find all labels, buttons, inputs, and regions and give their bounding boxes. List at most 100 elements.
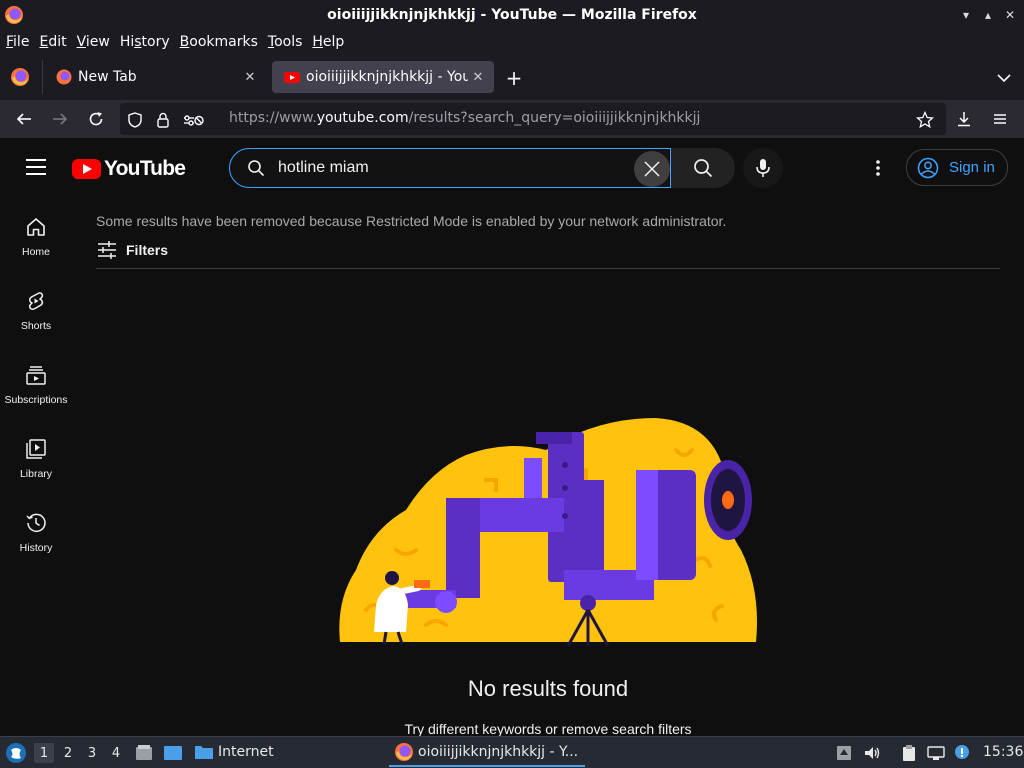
reload-button[interactable] xyxy=(85,108,107,130)
menu-view[interactable]: View xyxy=(75,34,116,50)
results-divider xyxy=(96,268,1000,269)
tab-youtube[interactable]: oioiiijjikknjnjkhkkjj - YouTube ✕ xyxy=(272,61,494,93)
tab-strip: New Tab ✕ oioiiijjikknjnjkhkkjj - YouTub… xyxy=(0,54,1024,100)
app-menu-button[interactable] xyxy=(989,108,1011,130)
microphone-icon xyxy=(756,159,770,177)
menu-tools[interactable]: Tools xyxy=(266,34,309,50)
youtube-wordmark: YouTube xyxy=(104,157,186,180)
voice-search-button[interactable] xyxy=(743,148,783,188)
search-button[interactable] xyxy=(671,148,735,188)
file-manager-icon[interactable] xyxy=(134,743,154,763)
subscriptions-icon xyxy=(26,366,46,385)
taskbar: 1 2 3 4 Internet oioiiijjikknjnjkhkkjj -… xyxy=(0,736,1024,768)
workspace-1[interactable]: 1 xyxy=(34,743,54,763)
guide-menu-icon[interactable] xyxy=(26,159,46,175)
no-results-illustration xyxy=(339,418,757,646)
shield-icon[interactable] xyxy=(126,111,144,129)
tab-label: oioiiijjikknjnjkhkkjj - YouTube xyxy=(306,69,468,85)
workspace-3[interactable]: 3 xyxy=(82,743,102,763)
sign-in-label: Sign in xyxy=(949,159,995,176)
clipboard-icon[interactable] xyxy=(900,744,918,762)
close-icon xyxy=(644,161,660,177)
library-icon xyxy=(26,439,46,459)
close-icon[interactable]: ✕ xyxy=(468,67,488,87)
clock: 15:36 xyxy=(983,744,1024,760)
sidebar-item-shorts[interactable]: Shorts xyxy=(0,272,72,346)
account-icon xyxy=(917,157,939,178)
chevron-down-icon[interactable] xyxy=(994,69,1014,87)
restricted-mode-notice: Some results have been removed because R… xyxy=(96,213,727,229)
sidebar-item-home[interactable]: Home xyxy=(0,198,72,272)
more-vertical-icon xyxy=(876,160,880,176)
lock-icon[interactable] xyxy=(154,111,172,129)
permissions-icon[interactable] xyxy=(182,111,204,129)
workspace-4[interactable]: 4 xyxy=(106,743,126,763)
menu-file[interactable]: File xyxy=(4,34,35,50)
volume-icon[interactable] xyxy=(863,744,881,762)
new-tab-button[interactable]: + xyxy=(503,66,525,90)
window-title: oioiiijjikknjnjkhkkjj - YouTube — Mozill… xyxy=(327,7,697,23)
sidebar-item-label: Library xyxy=(19,468,53,480)
tab-new-tab[interactable]: New Tab ✕ xyxy=(44,61,266,93)
taskbar-firefox-window[interactable]: oioiiijjikknjnjkhkkjj - Y... xyxy=(389,739,585,767)
filters-button[interactable]: Filters xyxy=(96,240,168,260)
no-results-hint: Try different keywords or remove search … xyxy=(404,721,692,737)
close-icon[interactable]: ✕ xyxy=(1002,6,1018,24)
history-icon xyxy=(26,513,46,532)
url-path: /results?search_query=oioiiijjikknjnjkhk… xyxy=(408,110,701,126)
menubar: File Edit View History Bookmarks Tools H… xyxy=(0,30,1024,54)
sidebar-item-label: Subscriptions xyxy=(4,394,68,406)
sidebar-item-subscriptions[interactable]: Subscriptions xyxy=(0,346,72,420)
menu-history[interactable]: History xyxy=(118,34,176,50)
tab-separator xyxy=(42,60,43,94)
maximize-icon[interactable]: ▴ xyxy=(980,6,996,24)
downloads-button[interactable] xyxy=(953,108,975,130)
url-text[interactable]: https://www.youtube.com/results?search_q… xyxy=(229,110,700,126)
start-menu-icon[interactable] xyxy=(5,742,27,764)
forward-button[interactable] xyxy=(49,108,71,130)
network-icon[interactable] xyxy=(927,744,945,762)
sidebar-item-label: History xyxy=(19,542,53,554)
search-input[interactable]: hotline miam xyxy=(229,148,671,188)
sidebar-item-library[interactable]: Library xyxy=(0,420,72,494)
youtube-play-icon xyxy=(72,159,101,179)
youtube-header: YouTube hotline miam Sign in xyxy=(0,138,1024,198)
menu-edit[interactable]: Edit xyxy=(37,34,72,50)
clear-search-button[interactable] xyxy=(634,151,670,187)
tab-label: New Tab xyxy=(78,69,137,85)
hamburger-menu-icon xyxy=(994,114,1006,124)
sign-in-button[interactable]: Sign in xyxy=(906,149,1008,186)
settings-more-button[interactable] xyxy=(866,156,890,180)
firefox-view-icon[interactable] xyxy=(10,67,30,87)
close-icon[interactable]: ✕ xyxy=(240,67,260,87)
search-value[interactable]: hotline miam xyxy=(278,159,369,177)
desktop-icon[interactable] xyxy=(163,743,183,763)
window-controls: ▾ ▴ ✕ xyxy=(958,6,1018,24)
notification-icon[interactable] xyxy=(953,744,971,762)
url-domain: youtube.com xyxy=(316,110,409,126)
workspace-2[interactable]: 2 xyxy=(58,743,78,763)
menu-help[interactable]: Help xyxy=(310,34,350,50)
sidebar-item-label: Home xyxy=(21,246,50,258)
arrow-left-icon xyxy=(16,113,31,125)
tray-updates-icon[interactable] xyxy=(835,744,853,762)
sidebar-item-history[interactable]: History xyxy=(0,494,72,568)
url-bar[interactable]: https://www.youtube.com/results?search_q… xyxy=(120,103,946,135)
menu-bookmarks[interactable]: Bookmarks xyxy=(178,34,264,50)
download-icon xyxy=(958,112,970,127)
filters-label: Filters xyxy=(126,242,169,258)
youtube-logo[interactable]: YouTube xyxy=(72,157,186,181)
sidebar-item-label: Shorts xyxy=(20,320,52,332)
folder-icon xyxy=(195,746,213,759)
firefox-icon xyxy=(56,69,72,85)
back-button[interactable] xyxy=(13,108,35,130)
internet-menu[interactable]: Internet xyxy=(194,743,274,761)
youtube-icon xyxy=(284,72,300,83)
internet-label: Internet xyxy=(218,744,274,760)
minimize-icon[interactable]: ▾ xyxy=(958,6,974,24)
reload-icon xyxy=(89,112,103,126)
bookmark-star-icon[interactable] xyxy=(916,111,934,129)
firefox-icon xyxy=(5,6,23,24)
firefox-icon xyxy=(395,743,413,761)
no-results-title: No results found xyxy=(467,676,629,701)
